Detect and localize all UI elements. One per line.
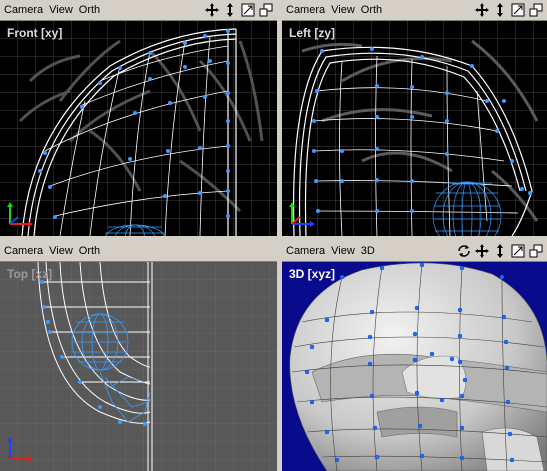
maximize-icon[interactable] xyxy=(510,2,526,18)
maximize-icon[interactable] xyxy=(240,2,256,18)
projection-menu[interactable]: Orth xyxy=(357,4,382,16)
viewport-front[interactable]: Camera View Orth Front [xy] xyxy=(0,0,277,236)
axis-gizmo xyxy=(7,437,33,462)
viewport-canvas[interactable]: Left [zy] xyxy=(282,21,547,236)
camera-menu[interactable]: Camera xyxy=(282,245,325,257)
left-scene xyxy=(282,21,547,236)
viewport-header: Camera View Orth xyxy=(0,0,277,21)
move-icon[interactable] xyxy=(474,2,490,18)
camera-menu[interactable]: Camera xyxy=(0,4,43,16)
viewport-canvas[interactable]: 3D [xyz] xyxy=(282,262,547,471)
viewport-label: Front [xy] xyxy=(7,26,63,40)
viewport-label: Top [xz] xyxy=(7,267,53,281)
camera-menu[interactable]: Camera xyxy=(0,245,43,257)
viewport-header: Camera View Orth xyxy=(282,0,547,21)
viewport-label: 3D [xyz] xyxy=(289,267,336,281)
move-icon[interactable] xyxy=(204,2,220,18)
restore-icon[interactable] xyxy=(528,2,544,18)
viewport-left[interactable]: Camera View Orth Left [zy] xyxy=(282,0,547,236)
restore-icon[interactable] xyxy=(528,243,544,259)
move-icon[interactable] xyxy=(474,243,490,259)
axis-gizmo xyxy=(289,202,315,227)
view-menu[interactable]: View xyxy=(45,4,73,16)
dolly-icon[interactable] xyxy=(492,2,508,18)
viewport-canvas[interactable]: Top [xz] xyxy=(0,262,277,471)
view-menu[interactable]: View xyxy=(45,245,73,257)
top-scene xyxy=(0,262,277,471)
dolly-icon[interactable] xyxy=(492,243,508,259)
viewport-label: Left [zy] xyxy=(289,26,335,40)
view-menu[interactable]: View xyxy=(327,4,355,16)
viewport-canvas[interactable]: Front [xy] xyxy=(0,21,277,236)
projection-menu[interactable]: Orth xyxy=(75,245,100,257)
front-scene xyxy=(0,21,277,236)
viewport-header: Camera View Orth xyxy=(0,241,277,262)
viewport-top[interactable]: Camera View Orth Top [xz] xyxy=(0,241,277,471)
rotate-icon[interactable] xyxy=(456,243,472,259)
viewport-3d[interactable]: Camera View 3D 3D [xyz] xyxy=(282,241,547,471)
viewport-header: Camera View 3D xyxy=(282,241,547,262)
3d-scene xyxy=(289,262,547,471)
projection-menu[interactable]: 3D xyxy=(357,245,375,257)
axis-gizmo xyxy=(7,202,33,227)
restore-icon[interactable] xyxy=(258,2,274,18)
dolly-icon[interactable] xyxy=(222,2,238,18)
view-menu[interactable]: View xyxy=(327,245,355,257)
maximize-icon[interactable] xyxy=(510,243,526,259)
camera-menu[interactable]: Camera xyxy=(282,4,325,16)
projection-menu[interactable]: Orth xyxy=(75,4,100,16)
